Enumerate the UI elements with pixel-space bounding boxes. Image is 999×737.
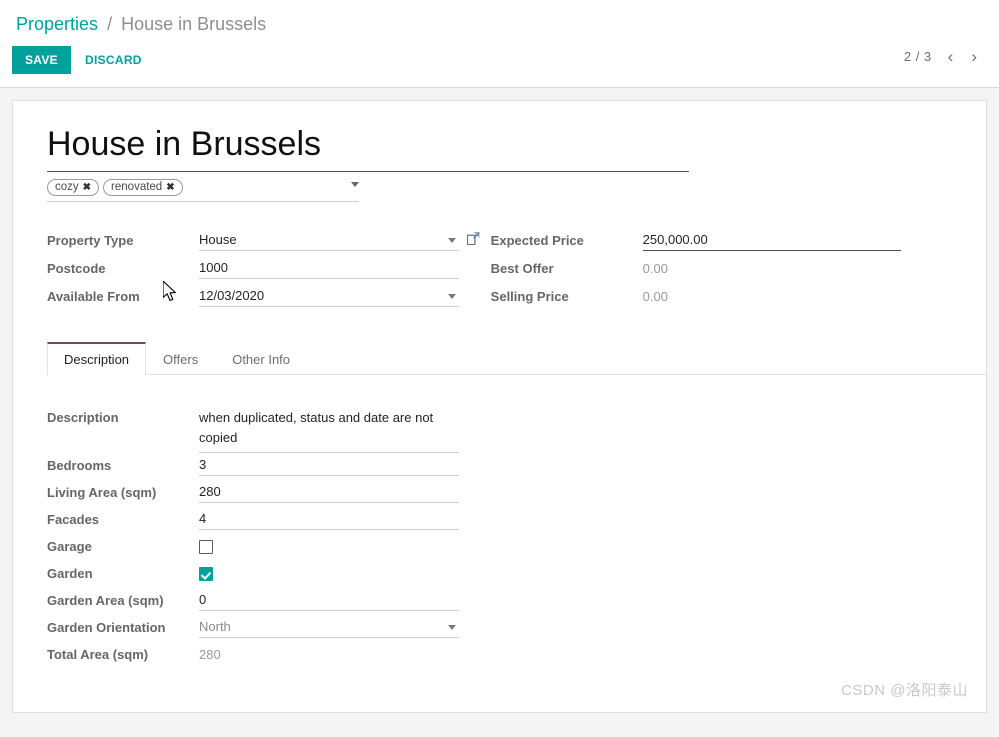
- field-label: Living Area (sqm): [47, 480, 199, 500]
- field-garden-area: Garden Area (sqm): [47, 588, 986, 615]
- property-type-input[interactable]: [199, 228, 459, 251]
- breadcrumb-current: House in Brussels: [121, 14, 266, 34]
- living-area-input[interactable]: [199, 480, 459, 503]
- field-description: Description when duplicated, status and …: [47, 405, 986, 453]
- field-label: Description: [47, 405, 199, 425]
- field-label: Facades: [47, 507, 199, 527]
- notebook: Description Offers Other Info Descriptio…: [13, 342, 986, 669]
- field-groups: Property Type: [47, 228, 952, 312]
- field-garage: Garage: [47, 534, 986, 561]
- field-group-left: Property Type: [47, 228, 491, 312]
- sheet-container: House in Brussels cozy ✖ renovated ✖ Pro…: [0, 88, 999, 725]
- postcode-input[interactable]: [199, 256, 459, 279]
- field-label: Selling Price: [491, 284, 643, 304]
- total-area-value: 280: [199, 642, 986, 665]
- field-label: Available From: [47, 284, 199, 304]
- chevron-down-icon[interactable]: [351, 182, 359, 187]
- breadcrumb-separator: /: [107, 14, 112, 34]
- tag-label: renovated: [111, 180, 162, 195]
- tag-remove-icon[interactable]: ✖: [83, 180, 91, 195]
- field-label: Garage: [47, 534, 199, 554]
- field-label: Garden: [47, 561, 199, 581]
- tab-offers[interactable]: Offers: [146, 342, 215, 375]
- control-panel: Properties / House in Brussels SAVE DISC…: [0, 0, 999, 88]
- field-garden-orientation: Garden Orientation: [47, 615, 986, 642]
- save-button[interactable]: SAVE: [12, 46, 71, 74]
- garden-checkbox[interactable]: [199, 567, 213, 581]
- record-pager: 2 / 3 ‹ ›: [904, 48, 979, 65]
- field-total-area: Total Area (sqm) 280: [47, 642, 986, 669]
- expected-price-input[interactable]: [643, 228, 901, 251]
- tab-other-info[interactable]: Other Info: [215, 342, 307, 375]
- field-label: Best Offer: [491, 256, 643, 276]
- field-bedrooms: Bedrooms: [47, 453, 986, 480]
- chevron-left-icon[interactable]: ‹: [946, 48, 956, 65]
- tab-description[interactable]: Description: [47, 342, 146, 375]
- garden-orientation-select[interactable]: [199, 615, 459, 638]
- tab-list: Description Offers Other Info: [47, 342, 986, 375]
- field-best-offer: Best Offer 0.00: [491, 256, 952, 284]
- selling-price-value: 0.00: [643, 284, 952, 307]
- external-link-icon[interactable]: [467, 232, 480, 245]
- pager-counter: 2 / 3: [904, 49, 932, 64]
- tab-panel-description: Description when duplicated, status and …: [47, 375, 986, 669]
- field-label: Expected Price: [491, 228, 643, 248]
- garden-area-input[interactable]: [199, 588, 459, 611]
- garage-checkbox[interactable]: [199, 540, 213, 554]
- field-living-area: Living Area (sqm): [47, 480, 986, 507]
- tag-cozy[interactable]: cozy ✖: [47, 179, 99, 196]
- field-facades: Facades: [47, 507, 986, 534]
- tag-renovated[interactable]: renovated ✖: [103, 179, 183, 196]
- field-available-from: Available From: [47, 284, 491, 312]
- field-label: Postcode: [47, 256, 199, 276]
- breadcrumb-root-link[interactable]: Properties: [16, 14, 98, 34]
- field-label: Bedrooms: [47, 453, 199, 473]
- action-buttons: SAVE DISCARD: [12, 46, 152, 74]
- page-title[interactable]: House in Brussels: [47, 123, 689, 172]
- field-label: Garden Orientation: [47, 615, 199, 635]
- field-selling-price: Selling Price 0.00: [491, 284, 952, 312]
- field-label: Total Area (sqm): [47, 642, 199, 662]
- tag-remove-icon[interactable]: ✖: [166, 180, 174, 195]
- watermark-text: CSDN @洛阳泰山: [841, 679, 968, 700]
- field-postcode: Postcode: [47, 256, 491, 284]
- field-label: Property Type: [47, 228, 199, 248]
- description-textarea[interactable]: when duplicated, status and date are not…: [199, 405, 459, 453]
- bedrooms-input[interactable]: [199, 453, 459, 476]
- field-property-type: Property Type: [47, 228, 491, 256]
- field-garden: Garden: [47, 561, 986, 588]
- chevron-right-icon[interactable]: ›: [969, 48, 979, 65]
- field-expected-price: Expected Price: [491, 228, 952, 256]
- tags-field[interactable]: cozy ✖ renovated ✖: [47, 179, 359, 202]
- tag-label: cozy: [55, 180, 79, 195]
- form-sheet: House in Brussels cozy ✖ renovated ✖ Pro…: [12, 100, 987, 713]
- discard-button[interactable]: DISCARD: [75, 46, 152, 74]
- best-offer-value: 0.00: [643, 256, 952, 279]
- field-label: Garden Area (sqm): [47, 588, 199, 608]
- facades-input[interactable]: [199, 507, 459, 530]
- breadcrumb: Properties / House in Brussels: [16, 0, 983, 36]
- available-from-input[interactable]: [199, 284, 459, 307]
- field-group-right: Expected Price Best Offer 0.00 Selling P…: [491, 228, 952, 312]
